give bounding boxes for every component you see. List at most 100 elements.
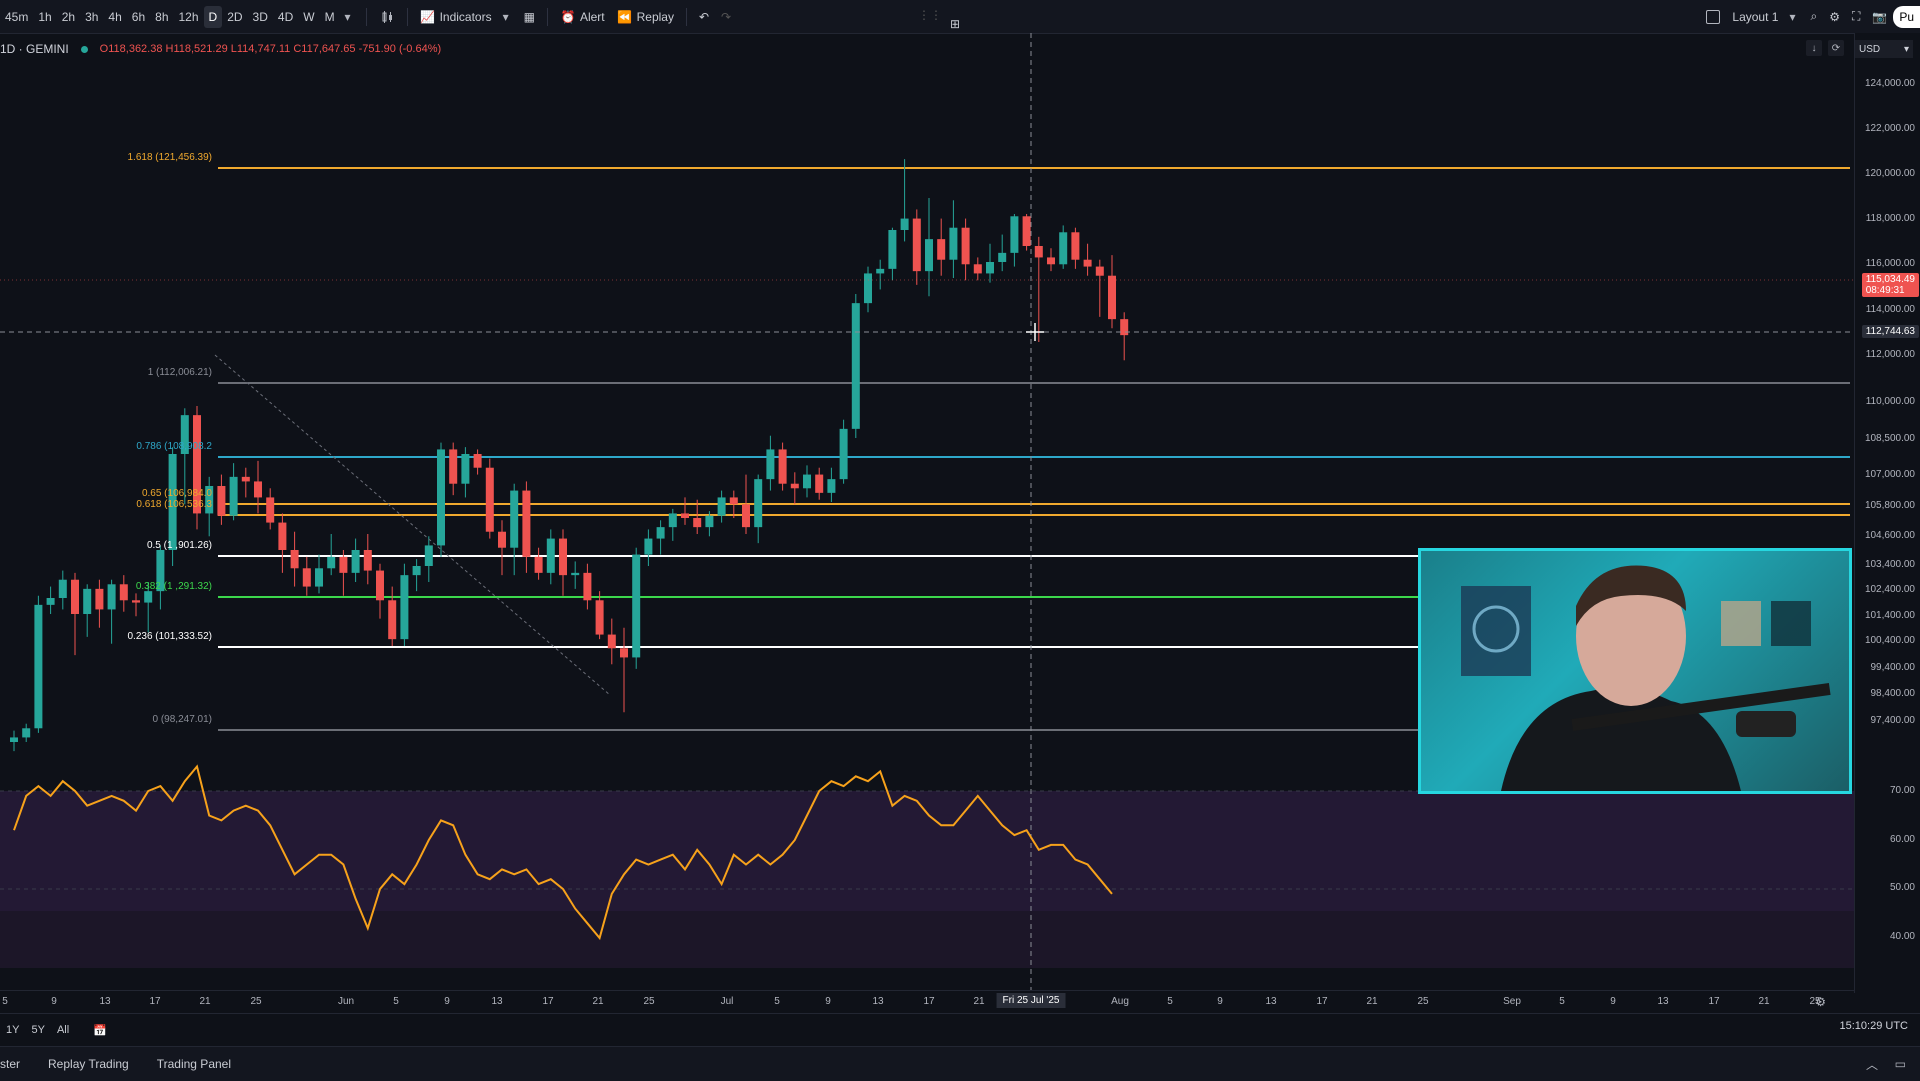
time-label: 21 — [592, 996, 604, 1007]
interval-4h[interactable]: 4h — [103, 0, 126, 33]
interval-D[interactable]: D — [203, 5, 223, 28]
maximize-panel-icon[interactable]: ▭ — [1895, 1057, 1906, 1071]
rsi-axis-label: 50.00 — [1889, 882, 1915, 893]
interval-2h[interactable]: 2h — [57, 0, 80, 33]
interval-6h[interactable]: 6h — [127, 0, 150, 33]
snapshot-button[interactable]: 📷 — [1866, 0, 1893, 33]
interval-2D[interactable]: 2D — [222, 0, 247, 33]
drag-handle-icon[interactable]: ⋮⋮ — [918, 8, 942, 22]
fib-trend-line[interactable] — [214, 354, 611, 696]
chevron-down-icon[interactable]: ▾ — [498, 9, 514, 25]
candle — [815, 467, 824, 500]
range-all[interactable]: All — [51, 1024, 75, 1036]
time-label: Aug — [1111, 996, 1129, 1007]
interval-3D[interactable]: 3D — [248, 0, 273, 33]
interval-8h[interactable]: 8h — [150, 0, 173, 33]
candle — [290, 531, 299, 587]
interval-12h[interactable]: 12h — [174, 0, 204, 33]
candle — [58, 570, 67, 610]
candle — [839, 419, 848, 484]
rsi-axis-label: 40.00 — [1889, 931, 1915, 942]
publish-button[interactable]: Pu — [1893, 5, 1920, 28]
interval-M[interactable]: M — [320, 0, 340, 33]
layout-checkbox[interactable] — [1700, 0, 1726, 33]
candle-type-button[interactable] — [373, 0, 401, 33]
interval-3h[interactable]: 3h — [80, 0, 103, 33]
candle-series — [10, 159, 1129, 752]
auto-scale-button[interactable]: ⟳ — [1828, 40, 1844, 56]
chevron-down-icon[interactable]: ▾ — [1784, 9, 1800, 25]
interval-4D[interactable]: 4D — [273, 0, 298, 33]
alarm-clock-icon: ⏰ — [560, 9, 576, 24]
time-label: 25 — [250, 996, 262, 1007]
interval-45m[interactable]: 45m — [0, 0, 33, 33]
scroll-to-latest-button[interactable]: ↓ — [1806, 40, 1822, 56]
candle — [729, 490, 738, 518]
price-label: 116,000.00 — [1865, 258, 1915, 269]
camera-icon: 📷 — [1872, 9, 1888, 24]
price-label: 114,000.00 — [1865, 304, 1915, 315]
currency-selector[interactable]: USD ▾ — [1855, 40, 1913, 58]
time-axis[interactable]: 5 9 13 17 21 25 Jun 5 9 13 17 21 25 Jul 5 9 13 17 21 Aug 5 9 1… — [0, 990, 1854, 1013]
bottom-tab[interactable]: ster — [0, 1057, 34, 1071]
price-label: 110,000.00 — [1865, 396, 1915, 407]
price-label: 112,000.00 — [1865, 349, 1915, 360]
time-label: 17 — [149, 996, 161, 1007]
fib-level-label: 0.65 (106,984.0 — [141, 488, 212, 499]
candle — [510, 483, 519, 576]
rewind-icon: ⏪ — [617, 9, 633, 24]
layout-selector[interactable]: Layout 1 — [1726, 0, 1784, 33]
interval-1h[interactable]: 1h — [33, 0, 56, 33]
candle — [632, 547, 641, 669]
fullscreen-button[interactable]: ⛶ — [1846, 0, 1866, 33]
time-label: 13 — [1657, 996, 1669, 1007]
quick-search-button[interactable]: ⌕ — [1804, 0, 1823, 33]
indicators-button[interactable]: 📈 Indicators — [414, 0, 498, 33]
arrow-down-icon: ↓ — [1811, 42, 1817, 54]
toolbar-divider — [406, 7, 408, 26]
price-axis[interactable]: 124,000.00 122,000.00 120,000.00 118,000.00… — [1854, 33, 1920, 993]
candle — [681, 497, 689, 525]
settings-button[interactable]: ⚙ — [1823, 0, 1846, 33]
utc-clock[interactable]: 15:10:29 UTC — [1840, 1020, 1908, 1032]
range-5y[interactable]: 5Y — [25, 1024, 50, 1036]
time-axis-settings-button[interactable]: ⚙ — [1815, 995, 1826, 1009]
interval-W[interactable]: W — [298, 0, 319, 33]
redo-button[interactable]: ↷ — [715, 0, 737, 33]
range-1y[interactable]: 1Y — [0, 1024, 25, 1036]
chevron-down-icon[interactable]: ▾ — [340, 9, 356, 25]
candle — [1108, 255, 1116, 329]
alert-button[interactable]: ⏰ Alert — [554, 0, 611, 33]
fib-level-label: 1 (112,006.21) — [147, 367, 212, 378]
replay-button[interactable]: ⏪ Replay — [611, 0, 680, 33]
chevron-up-icon[interactable]: ︿ — [1866, 1056, 1878, 1073]
price-label: 101,400.00 — [1864, 610, 1915, 621]
candle — [10, 730, 18, 752]
bottom-tab[interactable]: Replay Trading — [34, 1057, 143, 1071]
time-label: 9 — [51, 996, 57, 1007]
candle — [46, 586, 55, 614]
crosshair-price-tag: 112,744.63 — [1861, 325, 1919, 338]
candle — [156, 545, 165, 610]
calendar-icon[interactable]: 📅 — [87, 1024, 113, 1037]
streamer-image — [1461, 565, 1831, 791]
price-axis-controls: ↓ ⟳ — [1806, 40, 1844, 56]
date-range-items: 1Y 5Y All — [0, 1024, 75, 1036]
time-label: 13 — [1265, 996, 1277, 1007]
candle — [266, 488, 275, 530]
undo-button[interactable]: ↶ — [693, 0, 715, 33]
bottom-tab[interactable]: Trading Panel — [143, 1057, 245, 1071]
candle — [400, 563, 409, 646]
candle — [388, 586, 397, 646]
candle — [998, 234, 1007, 272]
time-label: 5 — [2, 996, 8, 1007]
price-chart[interactable] — [0, 33, 1854, 990]
candle — [473, 449, 482, 475]
time-label: 25 — [643, 996, 655, 1007]
candle — [522, 481, 531, 573]
time-label: 9 — [444, 996, 450, 1007]
templates-button[interactable]: ▦ — [518, 0, 541, 33]
candle — [351, 538, 360, 582]
time-label: 5 — [393, 996, 399, 1007]
fib-level-label: 0.786 (108,908.2 — [136, 441, 212, 452]
